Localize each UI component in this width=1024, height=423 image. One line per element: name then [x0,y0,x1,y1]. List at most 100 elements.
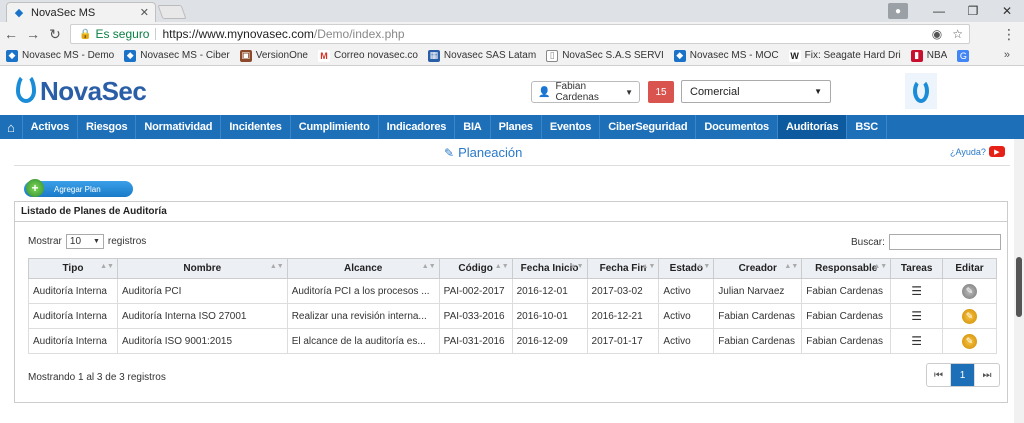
bookmark-item[interactable]: G [957,49,973,62]
bookmark-item[interactable]: M Correo novasec.co [317,49,418,62]
page-length-select[interactable]: 10 ▼ [65,234,104,249]
sort-icon: ▲▼ [696,263,711,270]
notification-badge[interactable]: 15 [648,81,674,103]
w-icon: W [788,49,801,62]
nav-auditorias[interactable]: Auditorías [777,115,848,139]
browser-menu-icon[interactable]: ⋮ [1002,26,1016,43]
task-list-icon[interactable]: ☰ [911,334,922,348]
bookmark-label: Novasec SAS Latam [443,50,537,61]
module-select[interactable]: Comercial ▼ [681,80,831,103]
document-icon: ▯ [546,49,559,62]
new-tab-button[interactable] [157,5,187,19]
table-row: Auditoría Interna Auditoría PCI Auditorí… [28,278,997,304]
page-length-value: 10 [69,236,82,247]
sort-icon: ▲▼ [784,263,799,270]
logo-drop-icon [14,73,38,107]
nav-eventos[interactable]: Eventos [542,115,601,139]
task-list-icon[interactable]: ☰ [911,309,922,323]
nav-normatividad[interactable]: Normatividad [136,115,222,139]
last-page-icon[interactable]: ⏭ [975,364,999,386]
bookmark-item[interactable]: ▣ VersionOne [239,49,308,62]
home-icon[interactable]: ⌂ [0,115,23,139]
bookmark-label: NBA [926,50,948,61]
bookmark-item[interactable]: ◆ Novasec MS - Demo [6,49,114,62]
cell-fecha-inicio: 2016-10-01 [511,303,588,329]
bookmark-item[interactable]: ◆ Novasec MS - MOC [673,49,779,62]
table-row: Auditoría Interna Auditoría Interna ISO … [28,303,997,329]
bookmarks-bar: ◆ Novasec MS - Demo ◆ Novasec MS - Ciber ▣… [0,46,1024,66]
bookmark-item[interactable]: ▮ NBA [910,49,948,62]
cell-tareas: ☰ [890,303,944,329]
forward-icon[interactable]: → [22,26,44,42]
nav-activos[interactable]: Activos [23,115,78,139]
col-fecha-fin[interactable]: Fecha Fin ▲▼ [586,258,660,279]
bookmark-star-icon[interactable]: ☆ [952,27,963,41]
col-fecha-inicio[interactable]: Fecha Inicio ▲▼ [511,258,588,279]
cell-codigo: PAI-002-2017 [438,278,513,304]
bookmark-item[interactable]: ▯ NovaSec S.A.S SERVI [546,49,664,62]
cell-fecha-fin: 2017-01-17 [586,328,660,354]
nav-indicadores[interactable]: Indicadores [379,115,456,139]
back-icon[interactable]: ← [0,26,22,42]
close-window-icon[interactable]: ✕ [990,4,1024,18]
bookmark-label: Correo novasec.co [333,50,418,61]
cell-creador: Fabian Cardenas [713,303,803,329]
page-number-button[interactable]: 1 [951,364,975,386]
audit-plans-table: Tipo ▲▼ Nombre ▲▼ Alcance ▲▼ Código ▲▼ Fecha… [28,258,997,354]
url-separator [155,28,157,40]
col-responsable[interactable]: Responsable ▲▼ [801,258,892,279]
col-estado[interactable]: Estado ▲▼ [658,258,715,279]
bookmark-favicon-icon: ◆ [124,49,137,62]
restore-icon[interactable]: ❐ [956,4,990,18]
nav-cumplimiento[interactable]: Cumplimiento [291,115,379,139]
user-menu-dropdown[interactable]: 👤 Fabian Cardenas ▼ [531,81,640,103]
search-input[interactable] [888,234,1001,250]
col-tipo[interactable]: Tipo ▲▼ [28,258,118,279]
col-alcance[interactable]: Alcance ▲▼ [286,258,440,279]
nav-bia[interactable]: BIA [455,115,491,139]
profile-icon[interactable]: ● [888,3,908,19]
main-nav: ⌂ Activos Riesgos Normatividad Incidente… [0,115,1024,139]
first-page-icon[interactable]: ⏮ [927,364,951,386]
sort-icon: ▲▼ [569,263,584,270]
bookmark-label: NovaSec S.A.S SERVI [562,50,664,61]
add-plan-button[interactable]: + Agregar Plan [24,179,133,197]
user-name: Fabian Cardenas [555,81,599,103]
lock-icon: 🔒 [79,28,92,40]
cell-alcance: Auditoría PCI a los procesos ... [286,278,440,304]
bookmark-item[interactable]: W Fix: Seagate Hard Dri [788,49,901,62]
col-nombre[interactable]: Nombre ▲▼ [116,258,288,279]
nav-planes[interactable]: Planes [491,115,542,139]
minimize-icon[interactable]: — [922,4,956,18]
help-link[interactable]: ¿Ayuda? ▶ [950,146,1005,157]
nav-ciberseguridad[interactable]: CiberSeguridad [600,115,697,139]
bookmarks-overflow-icon[interactable]: » [1004,49,1010,61]
nav-incidentes[interactable]: Incidentes [221,115,291,139]
scrollbar-thumb[interactable] [1016,257,1022,317]
browser-tab[interactable]: ◆ NovaSec MS ✕ [6,2,156,22]
cell-tareas: ☰ [890,278,944,304]
edit-pencil-icon[interactable]: ✎ [962,333,978,349]
task-list-icon[interactable]: ☰ [911,284,922,298]
url-input[interactable]: 🔒 Es seguro https://www.mynovasec.com/De… [70,24,970,44]
plus-icon: + [26,179,44,197]
novasec-logo[interactable]: NovaSec [14,73,147,107]
edit-pencil-icon[interactable]: ✎ [962,308,978,324]
bookmark-label: Fix: Seagate Hard Dri [804,50,901,61]
page-scrollbar[interactable] [1014,139,1024,423]
bookmark-item[interactable]: ▦ Novasec SAS Latam [427,49,537,62]
nav-riesgos[interactable]: Riesgos [78,115,137,139]
cell-creador: Julian Narvaez [713,278,803,304]
cell-codigo: PAI-033-2016 [438,303,513,329]
reload-icon[interactable]: ↻ [44,26,66,43]
cell-alcance: El alcance de la auditoría es... [286,328,440,354]
col-codigo[interactable]: Código ▲▼ [438,258,513,279]
bookmark-item[interactable]: ◆ Novasec MS - Ciber [124,49,230,62]
nav-bsc[interactable]: BSC [847,115,887,139]
url-path: /Demo/index.php [313,27,405,41]
nav-documentos[interactable]: Documentos [696,115,778,139]
close-tab-icon[interactable]: ✕ [140,6,149,19]
edit-pencil-icon[interactable]: ✎ [962,283,978,299]
col-creador[interactable]: Creador ▲▼ [713,258,803,279]
extension-icon[interactable]: ◉ [932,27,942,41]
